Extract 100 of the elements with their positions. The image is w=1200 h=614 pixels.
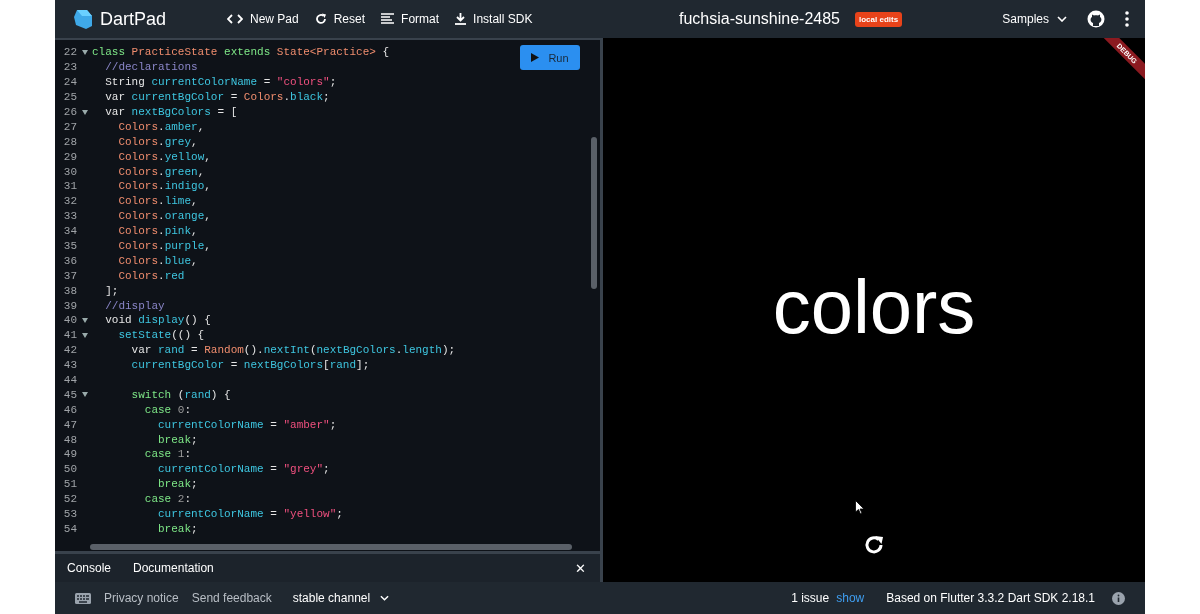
chevron-down-icon <box>1057 16 1067 22</box>
line-number: 32 <box>62 195 77 208</box>
line-number: 34 <box>62 225 77 238</box>
line-number: 53 <box>62 508 77 521</box>
fold-arrow-icon[interactable] <box>81 332 88 338</box>
line-number: 51 <box>62 478 77 491</box>
fold-arrow-icon[interactable] <box>81 49 88 55</box>
code-line: Colors.blue, <box>117 254 198 267</box>
line-number: 40 <box>62 314 77 327</box>
vertical-scrollbar[interactable] <box>591 137 597 289</box>
line-number: 24 <box>62 76 77 89</box>
run-button[interactable]: Run <box>520 45 580 70</box>
code-line: String currentColorName = "colors"; <box>104 76 337 89</box>
line-number: 42 <box>62 344 77 357</box>
code-line: currentColorName = "amber"; <box>157 418 337 431</box>
line-number: 30 <box>62 165 77 178</box>
line-number: 35 <box>62 240 77 252</box>
code-line: Colors.indigo, <box>117 180 211 193</box>
play-icon <box>531 53 540 62</box>
code-line: //declarations <box>104 61 198 74</box>
fold-arrow-icon[interactable] <box>81 317 88 323</box>
line-number: 43 <box>62 359 77 372</box>
code-line: case 2: <box>143 493 192 506</box>
code-line: break; <box>157 522 198 535</box>
refresh-icon[interactable] <box>863 534 885 556</box>
line-number: 44 <box>62 374 77 387</box>
mouse-cursor-icon <box>855 500 865 515</box>
code-line: Colors.green, <box>117 165 205 178</box>
channel-dropdown[interactable]: stable channel <box>292 591 390 605</box>
code-line: break; <box>157 478 198 491</box>
show-issues-link[interactable]: show <box>836 591 865 605</box>
more-menu-icon[interactable] <box>1125 11 1129 27</box>
line-number: 46 <box>62 403 77 416</box>
issue-count: 1 issue <box>791 591 830 605</box>
github-icon[interactable] <box>1087 10 1105 28</box>
fold-arrow-icon[interactable] <box>81 109 88 115</box>
dart-logo-icon <box>73 8 93 30</box>
code-line: currentBgColor = nextBgColors[rand]; <box>130 359 370 372</box>
toolbar-button[interactable]: Format <box>381 12 440 26</box>
pad-title: fuchsia-sunshine-2485 <box>679 10 840 28</box>
local-edits-badge: local edits <box>855 11 903 27</box>
code-line: Colors.lime, <box>117 195 198 208</box>
chevron-down-icon <box>380 595 390 601</box>
code-icon <box>227 14 243 24</box>
line-number: 45 <box>62 388 77 401</box>
horizontal-scrollbar[interactable] <box>90 544 572 550</box>
toolbar-button[interactable]: New Pad <box>227 12 299 26</box>
code-line: Colors.orange, <box>117 210 211 223</box>
code-line: Colors.grey, <box>117 135 198 148</box>
line-number: 25 <box>62 91 77 104</box>
toolbar-button[interactable]: Install SDK <box>455 12 533 26</box>
code-line: Colors.amber, <box>117 120 205 133</box>
samples-dropdown[interactable]: Samples <box>1002 12 1067 26</box>
line-number: 50 <box>62 463 77 476</box>
send-feedback-link[interactable]: Send feedback <box>191 591 272 605</box>
line-number: 54 <box>62 522 77 535</box>
code-line: var currentBgColor = Colors.black; <box>104 91 330 104</box>
line-number: 49 <box>62 448 77 461</box>
code-line: switch (rand) { <box>130 388 231 401</box>
line-number: 26 <box>62 106 77 118</box>
line-number: 52 <box>62 493 77 506</box>
console-tab[interactable]: Console <box>67 561 112 575</box>
console-tab[interactable]: Documentation <box>133 561 214 575</box>
format-icon <box>381 13 395 25</box>
sdk-version-text: Based on Flutter 3.3.2 Dart SDK 2.18.1 <box>886 591 1095 605</box>
code-line: currentColorName = "grey"; <box>157 463 330 476</box>
code-line: Colors.purple, <box>117 240 211 252</box>
line-number: 36 <box>62 254 77 267</box>
keyboard-icon[interactable] <box>75 592 91 604</box>
line-number: 47 <box>62 418 77 431</box>
code-line: case 1: <box>143 448 192 461</box>
reset-icon <box>314 13 327 25</box>
code-line: setState(() { <box>117 329 205 342</box>
code-line: class PracticeState extends State<Practice> { <box>92 46 390 59</box>
code-line: ]; <box>104 284 119 297</box>
code-line: Colors.pink, <box>117 225 198 238</box>
line-number: 29 <box>62 150 77 163</box>
toolbar-button[interactable]: Reset <box>314 12 366 26</box>
code-line: case 0: <box>143 403 192 416</box>
code-line: void display() { <box>104 314 211 327</box>
close-button[interactable]: ✕ <box>575 560 586 576</box>
download-icon <box>455 13 467 25</box>
line-number: 22 <box>62 46 77 59</box>
code-line: break; <box>157 433 198 446</box>
line-number: 23 <box>62 61 77 74</box>
line-number: 48 <box>62 433 77 446</box>
code-line: //display <box>104 299 165 312</box>
privacy-notice-link[interactable]: Privacy notice <box>104 591 179 605</box>
code-line: var rand = Random().nextInt(nextBgColors.length); <box>130 344 456 357</box>
code-line: Colors.red <box>117 269 185 282</box>
color-name-text: colors <box>772 262 976 350</box>
line-number: 41 <box>62 329 77 342</box>
fold-arrow-icon[interactable] <box>81 392 88 398</box>
code-line: currentColorName = "yellow"; <box>157 508 343 521</box>
line-number: 39 <box>62 299 77 312</box>
code-editor[interactable] <box>55 40 600 551</box>
line-number: 33 <box>62 210 77 223</box>
line-number: 27 <box>62 120 77 133</box>
line-number: 28 <box>62 135 77 148</box>
info-icon[interactable] <box>1112 591 1125 605</box>
